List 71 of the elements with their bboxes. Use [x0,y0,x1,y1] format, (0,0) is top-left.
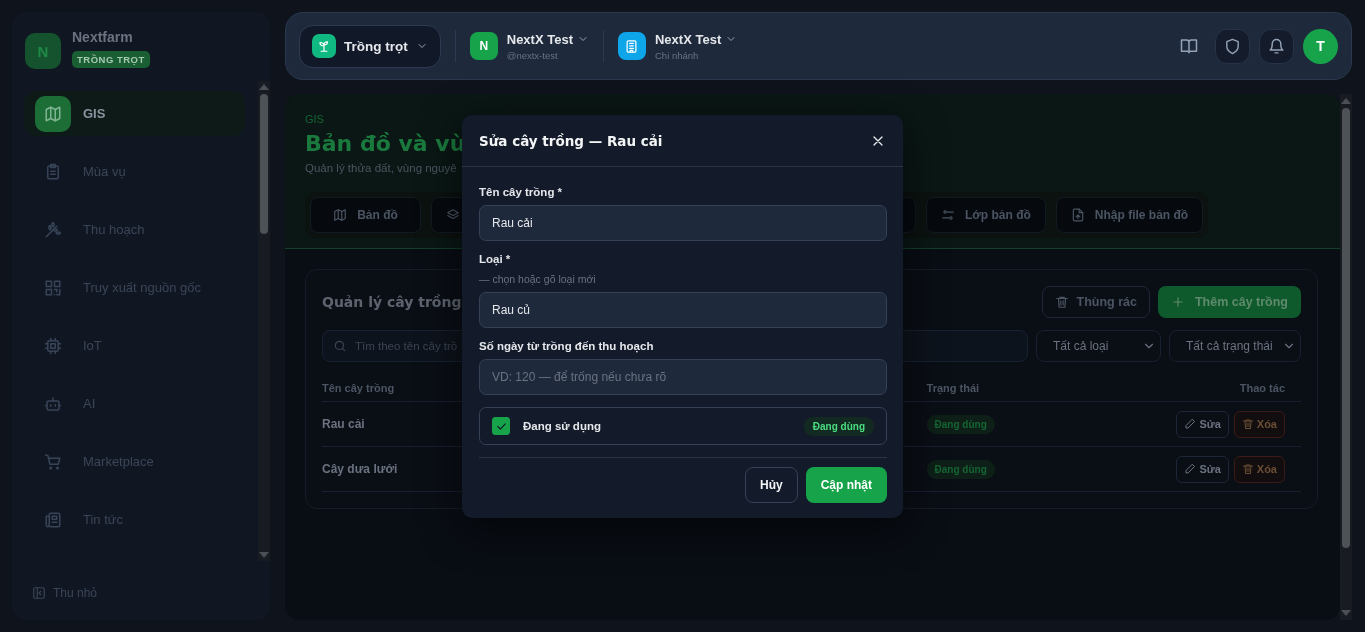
status-badge: Đang dùng [926,459,995,479]
filter-dropdown[interactable]: Tất cả trạng thái [1169,330,1301,362]
table-cell: Rau cải [322,417,365,431]
pencil-icon [1184,463,1197,475]
user-avatar[interactable]: T [1303,28,1338,64]
input-field[interactable]: Rau cải [479,205,887,241]
building-icon [624,38,640,54]
input-field[interactable]: VD: 120 — để trống nếu chưa rõ [479,359,887,395]
robot-icon [44,394,62,413]
column-header: Tên cây trồng [322,382,395,394]
layers-icon [446,208,460,222]
table-cell: Cây dưa lưới [322,462,398,476]
trash-button[interactable]: Thùng rác [1041,286,1150,318]
organization-selector[interactable]: N NextX Test @nextx-test [469,31,589,61]
add-crop-button[interactable]: Thêm cây trồng [1157,286,1301,318]
bell-icon [1268,37,1285,55]
notifications-button[interactable] [1259,28,1294,64]
search-icon [333,339,347,353]
sprout-icon [317,39,331,53]
module-badge: TRỒNG TRỌT [72,51,150,68]
trash-icon [1241,463,1254,475]
cart-icon [44,452,62,471]
field-label: Loại * [479,253,512,265]
edit-button[interactable]: Sửa [1176,410,1229,438]
branch-selector[interactable]: NextX Test Chi nhánh [618,31,738,61]
shield-button[interactable] [1215,28,1250,64]
module-selector[interactable]: Trồng trọt [299,24,441,68]
checkbox-label: Đang sử dụng [523,420,602,432]
status-badge: Đang dùng [803,416,874,436]
newspaper-icon [44,510,62,529]
field-label: Tên cây trồng * [479,186,564,198]
sliders-icon [941,208,955,222]
file-upload-icon [1070,208,1085,222]
input-field[interactable]: Rau củ [479,292,887,328]
map-icon [44,104,62,123]
collapse-icon [32,586,46,600]
status-badge: Đang dùng [926,414,995,434]
scrollbar[interactable] [258,81,270,561]
breadcrumb: GIS [305,113,325,125]
dialog-title: Sửa cây trồng — Rau cải [479,132,663,149]
trash-icon [1241,418,1254,430]
map-icon [333,208,348,222]
column-header: Thao tác [1239,382,1285,394]
update-button[interactable]: Cập nhật [805,467,887,503]
tab[interactable]: Nhập file bản đồ [1055,197,1204,233]
scrollbar[interactable] [1340,94,1352,620]
qr-code-icon [44,278,62,297]
pencil-icon [1184,418,1197,430]
tab[interactable]: Bản đồ [310,197,421,233]
field-hint: — chọn hoặc gõ loại mới [479,273,597,285]
delete-button[interactable]: Xóa [1233,455,1285,483]
chip-icon [44,336,62,355]
page-subtitle: Quản lý thửa đất, vùng nguyê [305,162,458,174]
book-button[interactable] [1180,37,1198,55]
trash-icon [1054,295,1069,309]
cancel-button[interactable]: Hủy [745,467,798,503]
field-label: Số ngày từ trồng đến thu hoạch [479,340,655,352]
card-title: Quản lý cây trồng [322,294,462,310]
brand-name: Nextfarm [72,29,134,45]
wheat-icon [44,220,62,239]
tab[interactable]: Lớp bản đồ [926,197,1046,233]
checkbox[interactable] [492,417,510,435]
edit-button[interactable]: Sửa [1176,455,1229,483]
sidebar-item[interactable]: GIS [24,91,245,136]
shield-icon [1224,37,1241,55]
filter-dropdown[interactable]: Tất cả loại [1036,330,1161,362]
clipboard-icon [44,162,62,181]
column-header: Trạng thái [926,382,980,394]
delete-button[interactable]: Xóa [1233,410,1285,438]
book-icon [1180,37,1198,55]
plus-icon [1170,295,1185,309]
